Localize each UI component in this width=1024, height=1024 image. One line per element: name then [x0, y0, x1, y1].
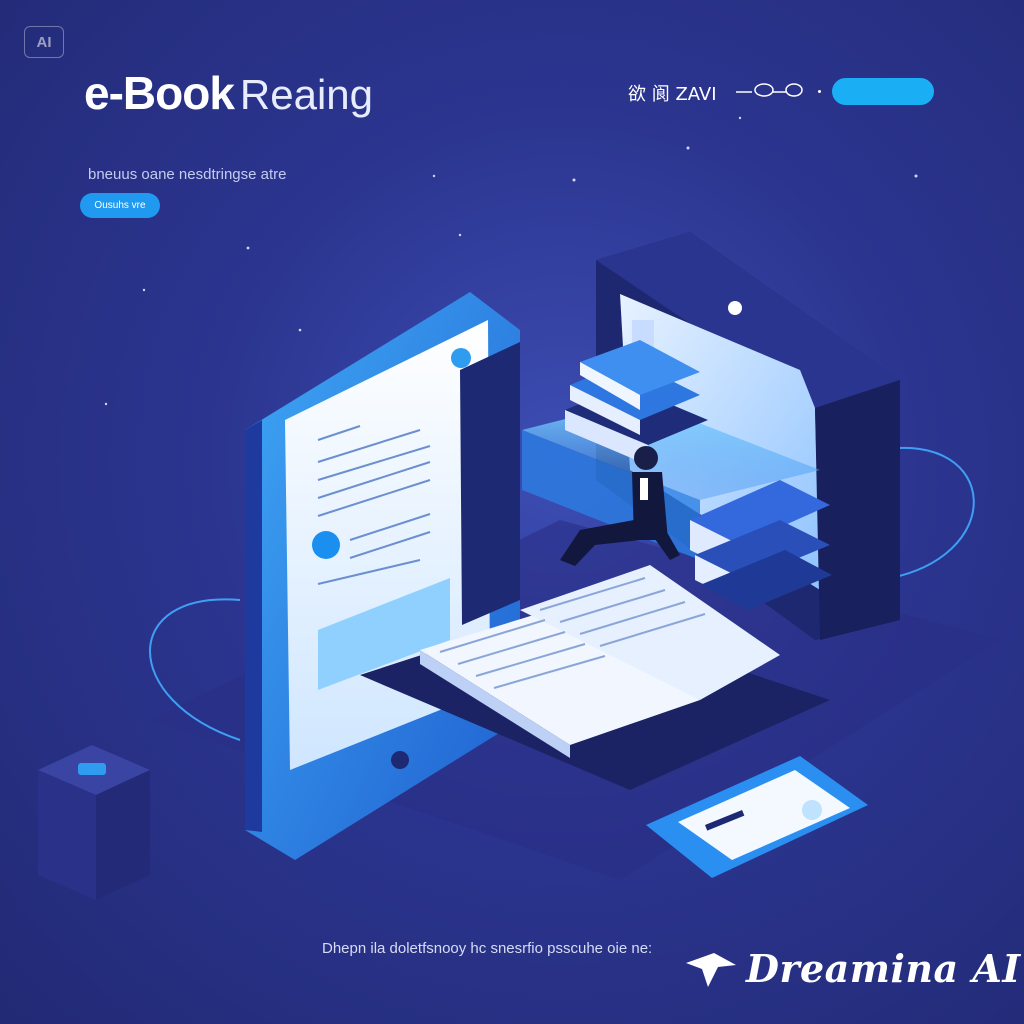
ai-badge-label: AI: [36, 33, 52, 51]
nav-separator-dot: [818, 90, 821, 93]
cube-device: [38, 745, 150, 900]
title-light: Reaing: [239, 71, 374, 118]
subtitle: bneuus oane nesdtringse atre: [88, 166, 287, 183]
title-strong: e-Book: [84, 67, 235, 119]
watermark-text: Dreamina AI: [746, 945, 1021, 991]
footer-caption: Dhepn ila doletfsnooy hc snesrfio psscuh…: [322, 940, 653, 957]
dreamina-bird-logo-icon: [686, 953, 736, 987]
page-title: e-Book Reaing: [84, 70, 373, 116]
nav-button[interactable]: [832, 78, 934, 105]
ai-badge: AI: [24, 26, 64, 58]
ebook-illustration: [38, 116, 1000, 900]
nav-text: 欲 阆 ZAVI: [628, 84, 717, 105]
cta-button[interactable]: Ousuhs vre: [80, 193, 160, 218]
loop-glyph-icon: [736, 83, 803, 97]
watermark: Dreamina AI: [684, 938, 1021, 998]
